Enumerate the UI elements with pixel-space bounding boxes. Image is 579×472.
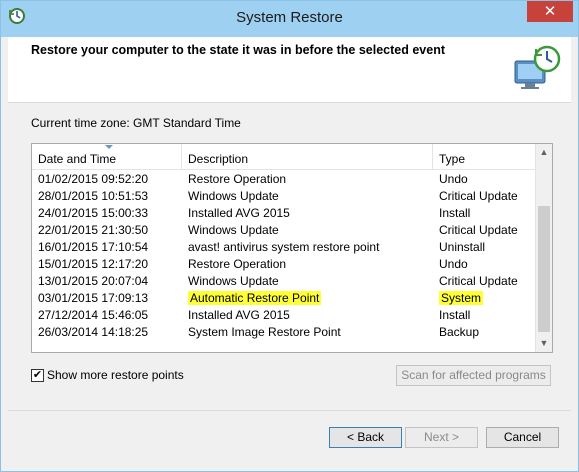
cell-type: Critical Update	[439, 274, 518, 288]
vertical-scrollbar[interactable]: ▲ ▼	[535, 144, 552, 352]
cell-description: Windows Update	[188, 274, 279, 288]
highlight-marker: Automatic Restore Point	[188, 291, 322, 305]
scroll-up-icon[interactable]: ▲	[536, 144, 552, 161]
cell-date: 22/01/2015 21:30:50	[38, 223, 149, 237]
cancel-button[interactable]: Cancel	[486, 427, 559, 448]
show-more-checkbox[interactable]: ✔	[31, 369, 44, 382]
show-more-label[interactable]: Show more restore points	[47, 368, 184, 382]
cell-date: 28/01/2015 10:51:53	[38, 189, 149, 203]
cell-date: 01/02/2015 09:52:20	[38, 172, 149, 186]
table-row[interactable]: 27/12/2014 15:46:05 Installed AVG 2015 I…	[32, 307, 536, 324]
cell-type: Uninstall	[439, 240, 486, 254]
table-row[interactable]: 16/01/2015 17:10:54 avast! antivirus sys…	[32, 239, 536, 256]
back-button[interactable]: < Back	[329, 427, 402, 448]
header-panel: Restore your computer to the state it wa…	[8, 37, 571, 103]
cell-description: Windows Update	[188, 223, 279, 237]
cell-type: Install	[439, 206, 471, 220]
window-title: System Restore	[236, 9, 343, 26]
sort-arrow-icon	[105, 145, 113, 149]
table-row[interactable]: 22/01/2015 21:30:50 Windows Update Criti…	[32, 222, 536, 239]
cell-type: Critical Update	[439, 189, 518, 203]
cell-date: 13/01/2015 20:07:04	[38, 274, 149, 288]
cell-date: 16/01/2015 17:10:54	[38, 240, 149, 254]
close-button[interactable]: ✕	[527, 1, 573, 22]
table-row-highlighted[interactable]: 03/01/2015 17:09:13 Automatic Restore Po…	[32, 290, 536, 307]
table-row[interactable]: 24/01/2015 15:00:33 Installed AVG 2015 I…	[32, 205, 536, 222]
cell-description: Restore Operation	[188, 172, 287, 186]
footer-divider	[8, 410, 571, 411]
scroll-down-icon[interactable]: ▼	[536, 335, 552, 352]
cell-description: Installed AVG 2015	[188, 308, 290, 322]
cell-type: Undo	[439, 172, 468, 186]
table-row[interactable]: 13/01/2015 20:07:04 Windows Update Criti…	[32, 273, 536, 290]
scan-affected-programs-button[interactable]: Scan for affected programs	[396, 365, 551, 386]
cell-date: 15/01/2015 12:17:20	[38, 257, 149, 271]
cell-date: 27/12/2014 15:46:05	[38, 308, 149, 322]
column-header-type[interactable]: Type	[433, 144, 536, 169]
list-rows: 01/02/2015 09:52:20 Restore Operation Un…	[32, 171, 536, 341]
list-header: Date and Time Description Type	[32, 144, 536, 170]
system-restore-window: System Restore ✕ Restore your computer t…	[0, 0, 579, 472]
column-header-date[interactable]: Date and Time	[32, 144, 182, 169]
cell-type: System	[433, 290, 536, 307]
cell-type: Backup	[439, 325, 480, 339]
table-row[interactable]: 01/02/2015 09:52:20 Restore Operation Un…	[32, 171, 536, 188]
table-row[interactable]: 28/01/2015 10:51:53 Windows Update Criti…	[32, 188, 536, 205]
monitor-clock-icon	[514, 45, 561, 89]
cell-description: Installed AVG 2015	[188, 206, 290, 220]
cell-description: Automatic Restore Point	[182, 290, 433, 307]
cell-type: Critical Update	[439, 223, 518, 237]
header-instruction: Restore your computer to the state it wa…	[31, 43, 445, 57]
cell-description: Restore Operation	[188, 257, 287, 271]
title-bar: System Restore ✕	[1, 1, 578, 37]
timezone-label: Current time zone: GMT Standard Time	[31, 116, 241, 130]
column-header-date-label: Date and Time	[38, 152, 117, 166]
table-row[interactable]: 26/03/2014 14:18:25 System Image Restore…	[32, 324, 536, 341]
column-header-description[interactable]: Description	[182, 144, 433, 169]
cell-type: Install	[439, 308, 471, 322]
cell-date: 24/01/2015 15:00:33	[38, 206, 149, 220]
cell-description: System Image Restore Point	[188, 325, 341, 339]
restore-points-list[interactable]: Date and Time Description Type 01/02/201…	[31, 143, 553, 353]
cell-date: 03/01/2015 17:09:13	[38, 291, 149, 305]
cell-description: Windows Update	[188, 189, 279, 203]
table-row[interactable]: 15/01/2015 12:17:20 Restore Operation Un…	[32, 256, 536, 273]
main-panel: Current time zone: GMT Standard Time Dat…	[8, 103, 571, 464]
next-button[interactable]: Next >	[405, 427, 478, 448]
cell-date: 26/03/2014 14:18:25	[38, 325, 149, 339]
cell-type: Undo	[439, 257, 468, 271]
scroll-thumb[interactable]	[538, 206, 550, 332]
highlight-marker: System	[439, 291, 484, 305]
cell-description: avast! antivirus system restore point	[188, 240, 380, 254]
